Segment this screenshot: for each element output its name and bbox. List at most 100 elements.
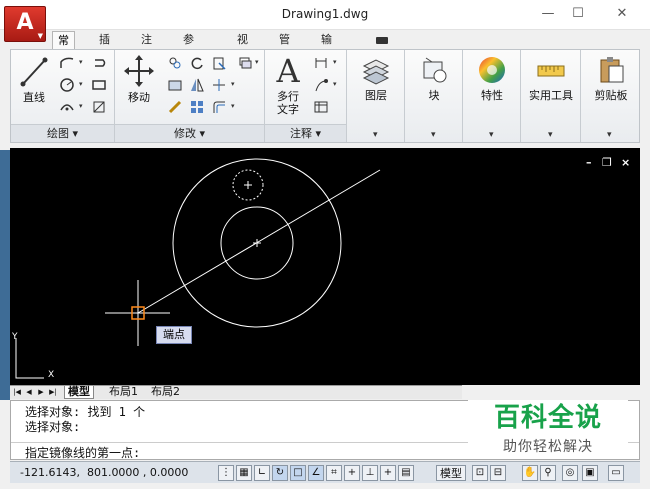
offset-button[interactable] bbox=[209, 98, 229, 116]
first-layout-icon[interactable]: |◀ bbox=[12, 387, 22, 398]
tab-model[interactable]: 模型 bbox=[64, 386, 94, 399]
steering-wheel-icon[interactable]: ◎ bbox=[562, 465, 578, 481]
clipboard-label: 剪贴板 bbox=[594, 89, 628, 102]
maximize-button[interactable]: ☐ bbox=[564, 3, 592, 25]
erase-button[interactable] bbox=[235, 54, 255, 72]
polyline-dropdown-icon[interactable]: ▾ bbox=[79, 58, 83, 66]
leader-dropdown-icon[interactable]: ▾ bbox=[333, 80, 337, 88]
mtext-label-line2: 文字 bbox=[277, 103, 299, 116]
rotate-button[interactable] bbox=[187, 54, 207, 72]
properties-button[interactable]: 特性 bbox=[471, 54, 513, 102]
tab-manage[interactable]: 管理 bbox=[274, 31, 295, 64]
tab-home[interactable]: 常用 bbox=[52, 31, 75, 65]
rotate-arrow-button[interactable] bbox=[89, 54, 109, 72]
pan-icon[interactable]: ✋ bbox=[522, 465, 538, 481]
viewport-minimize-button[interactable]: – bbox=[586, 156, 592, 169]
dimension-dropdown-icon[interactable]: ▾ bbox=[333, 58, 337, 66]
ribbon-panel: 直线 ▾ ▾ ▾ 绘图 ▾ 移动 ▾ ▾ ▾ 修改 ▾ A 多行 文字 ▾ ▾ … bbox=[10, 49, 640, 143]
properties-panel[interactable]: 特性 ▾ bbox=[463, 50, 521, 142]
modify-panel: 移动 ▾ ▾ ▾ 修改 ▾ bbox=[115, 50, 265, 142]
tab-layout1[interactable]: 布局1 bbox=[106, 386, 141, 399]
fillet-button[interactable] bbox=[209, 76, 229, 94]
copy-button[interactable] bbox=[165, 54, 185, 72]
polar-toggle-icon[interactable]: ↻ bbox=[272, 465, 288, 481]
circle-button[interactable] bbox=[57, 76, 77, 94]
tab-output[interactable]: 输出 bbox=[316, 31, 337, 64]
ducs-toggle-icon[interactable]: ⌗ bbox=[326, 465, 342, 481]
osnap-toggle-icon[interactable]: □ bbox=[290, 465, 306, 481]
grid-toggle-icon[interactable]: ▦ bbox=[236, 465, 252, 481]
tab-insert[interactable]: 插入 bbox=[94, 31, 115, 64]
polyline-button[interactable] bbox=[57, 54, 77, 72]
draw-panel-title[interactable]: 绘图 ▾ bbox=[11, 124, 114, 142]
utilities-button[interactable]: 实用工具 bbox=[523, 54, 579, 102]
block-panel[interactable]: 块 ▾ bbox=[405, 50, 463, 142]
utilities-dropdown-icon[interactable]: ▾ bbox=[548, 130, 553, 140]
ortho-toggle-icon[interactable]: ∟ bbox=[254, 465, 270, 481]
ucs-x-label: X bbox=[48, 370, 55, 380]
stretch-button[interactable] bbox=[165, 76, 185, 94]
application-menu-button[interactable]: A ▼ bbox=[4, 6, 46, 42]
block-dropdown-icon[interactable]: ▾ bbox=[431, 130, 436, 140]
viewport-restore-button[interactable]: ❐ bbox=[602, 156, 612, 169]
tab-view[interactable]: 视图 bbox=[232, 31, 253, 64]
leader-button[interactable] bbox=[311, 76, 331, 94]
properties-dropdown-icon[interactable]: ▾ bbox=[489, 130, 494, 140]
circle-dropdown-icon[interactable]: ▾ bbox=[79, 80, 83, 88]
array-button[interactable] bbox=[187, 98, 207, 116]
small-circle-center-mark bbox=[244, 181, 252, 189]
arc-button[interactable] bbox=[57, 98, 77, 116]
drawing-canvas[interactable]: 端点 X Y – ❐ × bbox=[10, 148, 640, 385]
zoom-icon[interactable]: ⚲ bbox=[540, 465, 556, 481]
model-space-button[interactable]: 模型 bbox=[436, 465, 466, 481]
layers-panel[interactable]: 图层 ▾ bbox=[347, 50, 405, 142]
clipboard-dropdown-icon[interactable]: ▾ bbox=[607, 130, 612, 140]
dyn-toggle-icon[interactable]: + bbox=[344, 465, 360, 481]
arc-icon bbox=[60, 104, 74, 111]
dimension-button[interactable] bbox=[311, 54, 331, 72]
scale-button[interactable] bbox=[165, 98, 185, 116]
hatch-button[interactable] bbox=[89, 98, 109, 116]
utilities-panel[interactable]: 实用工具 ▾ bbox=[521, 50, 581, 142]
close-window-button[interactable]: ✕ bbox=[608, 3, 636, 25]
tab-parametric[interactable]: 参数化 bbox=[178, 31, 199, 82]
qp-toggle-icon[interactable]: + bbox=[380, 465, 396, 481]
layers-button[interactable]: 图层 bbox=[355, 54, 397, 102]
block-button[interactable]: 块 bbox=[413, 54, 455, 102]
sc-toggle-icon[interactable]: ▤ bbox=[398, 465, 414, 481]
layers-label: 图层 bbox=[365, 89, 387, 102]
quick-view-drawings-icon[interactable]: ⊟ bbox=[490, 465, 506, 481]
tab-annotate[interactable]: 注释 bbox=[136, 31, 157, 64]
snap-toggle-icon[interactable]: ⋮ bbox=[218, 465, 234, 481]
next-layout-icon[interactable]: ▶ bbox=[36, 387, 46, 398]
clean-screen-icon[interactable]: ▭ bbox=[608, 465, 624, 481]
prev-layout-icon[interactable]: ◀ bbox=[24, 387, 34, 398]
fillet-dropdown-icon[interactable]: ▾ bbox=[231, 80, 235, 88]
mtext-button[interactable]: A 多行 文字 bbox=[271, 52, 305, 116]
move-button[interactable]: 移动 bbox=[119, 54, 159, 104]
clipboard-button[interactable]: 剪贴板 bbox=[587, 54, 635, 102]
table-button[interactable] bbox=[311, 98, 331, 116]
last-layout-icon[interactable]: ▶| bbox=[48, 387, 58, 398]
minimize-button[interactable]: — bbox=[534, 3, 562, 25]
quick-view-layouts-icon[interactable]: ⊡ bbox=[472, 465, 488, 481]
status-bar: -121.6143, 801.0000 , 0.0000 ⋮ ▦ ∟ ↻ □ ∠… bbox=[10, 461, 640, 483]
clipboard-panel[interactable]: 剪贴板 ▾ bbox=[581, 50, 640, 142]
line-button[interactable]: 直线 bbox=[15, 54, 53, 104]
layers-dropdown-icon[interactable]: ▾ bbox=[373, 130, 378, 140]
ribbon-minimize-button[interactable] bbox=[376, 37, 388, 44]
annotation-panel-title[interactable]: 注释 ▾ bbox=[265, 124, 346, 142]
erase-dropdown-icon[interactable]: ▾ bbox=[255, 58, 259, 66]
mirror-button[interactable] bbox=[187, 76, 207, 94]
modify-panel-title[interactable]: 修改 ▾ bbox=[115, 124, 264, 142]
command-prompt[interactable]: 指定镜像线的第一点: bbox=[25, 444, 140, 461]
trim-button[interactable] bbox=[209, 54, 229, 72]
tab-layout2[interactable]: 布局2 bbox=[148, 386, 183, 399]
lineweight-toggle-icon[interactable]: ⊥ bbox=[362, 465, 378, 481]
rectangle-button[interactable] bbox=[89, 76, 109, 94]
offset-dropdown-icon[interactable]: ▾ bbox=[231, 102, 235, 110]
viewport-close-button[interactable]: × bbox=[621, 156, 630, 169]
arc-dropdown-icon[interactable]: ▾ bbox=[79, 102, 83, 110]
otrack-toggle-icon[interactable]: ∠ bbox=[308, 465, 324, 481]
showmotion-icon[interactable]: ▣ bbox=[582, 465, 598, 481]
